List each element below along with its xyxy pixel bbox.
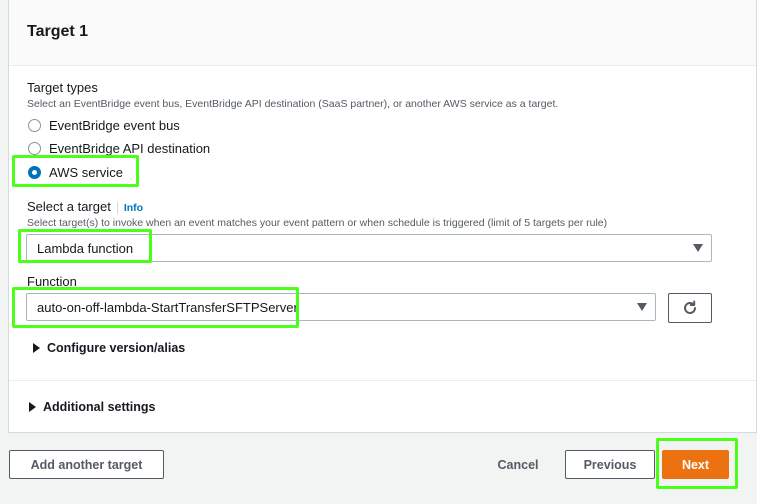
additional-settings-label: Additional settings (43, 400, 156, 414)
next-button[interactable]: Next (662, 450, 729, 479)
select-target-label: Select a target (27, 199, 111, 214)
caret-right-icon (29, 402, 36, 412)
configure-version-expander[interactable]: Configure version/alias (33, 341, 185, 355)
radio-eventbridge-event-bus[interactable]: EventBridge event bus (28, 118, 180, 133)
panel-title: Target 1 (27, 23, 89, 40)
caret-down-icon (637, 303, 647, 311)
radio-button-selected[interactable] (28, 166, 41, 179)
cancel-button[interactable]: Cancel (488, 450, 548, 479)
radio-eventbridge-api-destination[interactable]: EventBridge API destination (28, 141, 210, 156)
radio-label: EventBridge API destination (49, 141, 211, 156)
target-select[interactable]: Lambda function (26, 234, 712, 262)
target-select-value: Lambda function (37, 240, 134, 256)
radio-button[interactable] (28, 119, 41, 132)
refresh-button[interactable] (668, 293, 712, 323)
panel-header: Target 1 (9, 0, 756, 66)
select-target-label-row: Select a target Info (27, 199, 143, 214)
caret-right-icon (33, 343, 40, 353)
function-select-value: auto-on-off-lambda-StartTransferSFTPServ… (37, 299, 298, 315)
radio-aws-service[interactable]: AWS service (28, 165, 123, 180)
additional-settings-expander[interactable]: Additional settings (29, 400, 156, 414)
target-types-label: Target types (27, 80, 98, 95)
radio-label: EventBridge event bus (49, 118, 180, 133)
refresh-icon (684, 300, 696, 314)
function-label: Function (27, 274, 77, 289)
info-link[interactable]: Info (124, 202, 143, 214)
target-panel: Target 1 Target types Select an EventBri… (8, 0, 757, 433)
label-separator (116, 201, 118, 214)
target-types-description: Select an EventBridge event bus, EventBr… (27, 98, 559, 110)
previous-button[interactable]: Previous (565, 450, 655, 479)
select-target-description: Select target(s) to invoke when an event… (27, 217, 608, 229)
section-divider (9, 380, 756, 381)
function-select[interactable]: auto-on-off-lambda-StartTransferSFTPServ… (26, 293, 656, 321)
radio-label: AWS service (49, 165, 123, 180)
caret-down-icon (693, 244, 703, 252)
configure-version-label: Configure version/alias (47, 341, 186, 355)
add-another-target-button[interactable]: Add another target (9, 450, 164, 479)
radio-button[interactable] (28, 142, 41, 155)
